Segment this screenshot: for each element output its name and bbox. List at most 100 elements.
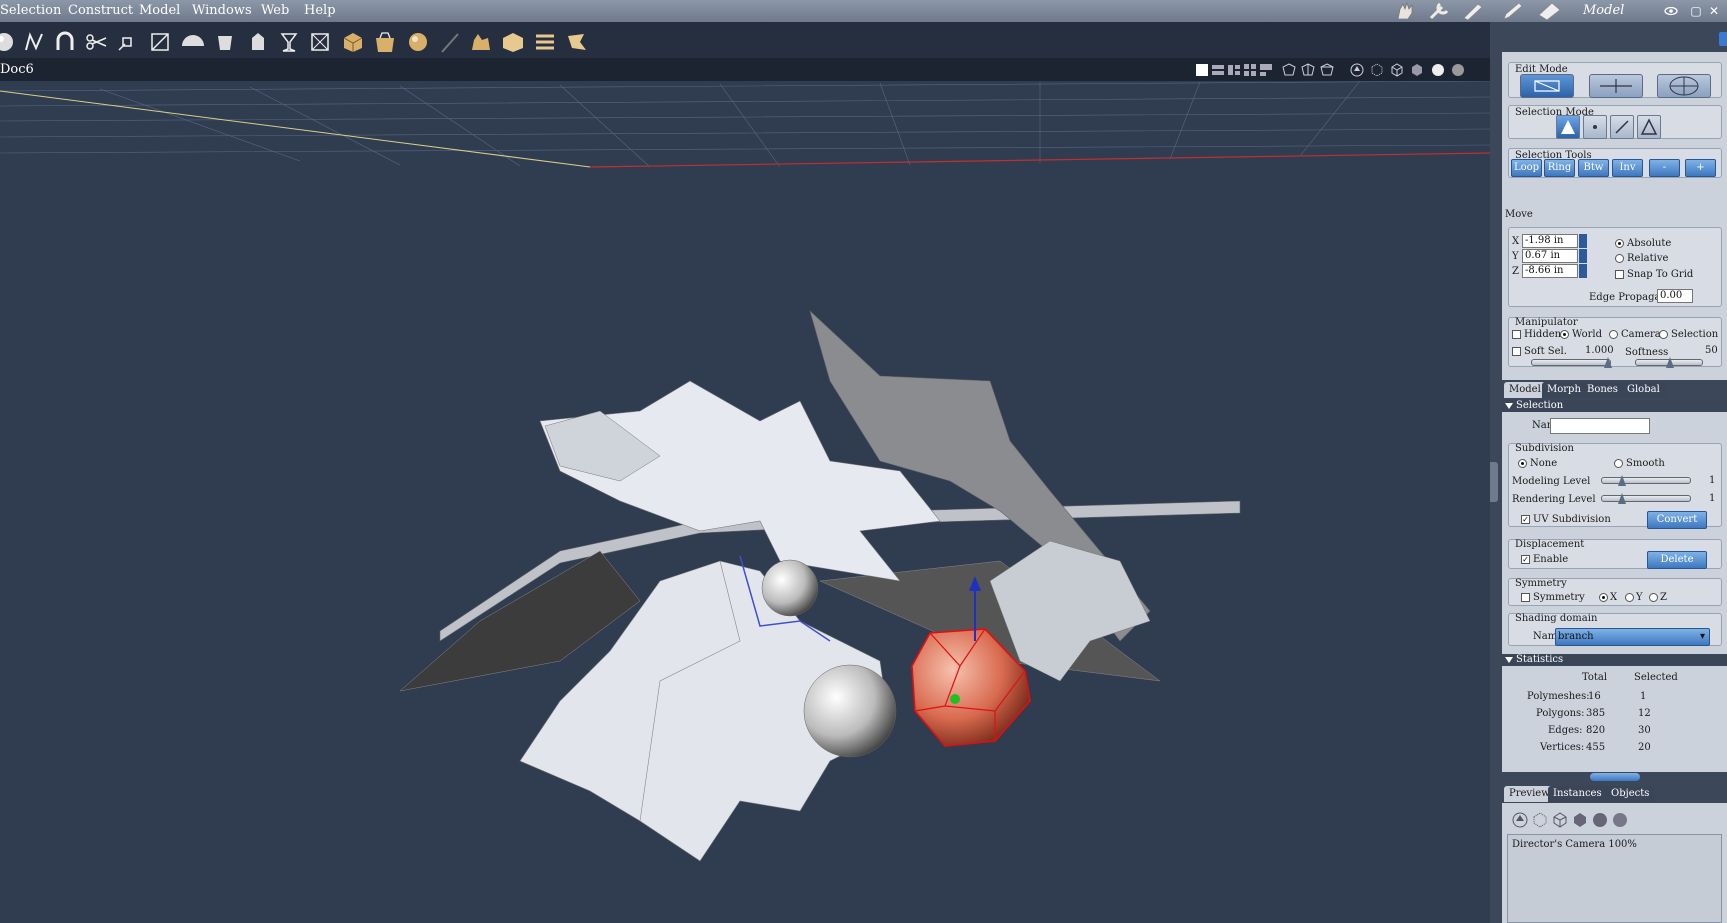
delete-button[interactable]: Delete [1647,551,1707,569]
textured-sphere-icon[interactable] [1612,812,1628,828]
select-face-button[interactable] [1637,115,1661,139]
rendering-level-slider[interactable] [1601,493,1691,504]
tab-objects[interactable]: Objects [1606,786,1655,802]
divider-grip[interactable] [1590,773,1640,781]
hand-icon[interactable] [468,30,494,54]
solid-cube-icon[interactable] [1410,63,1424,77]
tab-global[interactable]: Global [1622,382,1665,398]
close-icon[interactable]: ✕ [1707,4,1721,18]
menu-windows[interactable]: Windows [192,3,252,18]
pillow-icon[interactable] [500,30,526,54]
brush-icon[interactable] [1460,1,1488,21]
custom-view-icon[interactable] [1259,63,1273,77]
edit-mode-skeleton-button[interactable] [1589,74,1643,98]
camera-radio[interactable] [1609,330,1618,339]
wire-shield-icon[interactable] [1282,63,1296,77]
cube-icon[interactable] [340,30,366,54]
shrink-button[interactable]: - [1649,159,1680,177]
world-radio[interactable] [1560,330,1569,339]
modeling-level-slider[interactable] [1601,475,1691,486]
softness-thumb[interactable] [1666,357,1674,368]
z-field[interactable]: -8.66 in [1522,264,1578,278]
x-spinner[interactable] [1579,234,1587,248]
dots-cube-icon[interactable] [1370,63,1384,77]
spline-icon[interactable] [22,30,48,54]
ball-icon[interactable] [406,30,432,54]
tab-morph[interactable]: Morph [1542,382,1586,398]
soft-sel-checkbox[interactable] [1512,347,1521,356]
3d-viewport[interactable] [0,81,1490,923]
rendering-level-thumb[interactable] [1618,493,1626,504]
soft-sel-slider[interactable] [1531,357,1612,368]
convert-button[interactable]: Convert [1647,511,1707,529]
panel-collapse-handle[interactable] [1719,32,1727,46]
subdivision-smooth-radio[interactable] [1614,459,1623,468]
edit-mode-mesh-button[interactable] [1657,74,1711,98]
maximize-icon[interactable]: ▢ [1689,4,1703,18]
preview-pane[interactable]: Director's Camera 100% [1507,834,1722,923]
menu-help[interactable]: Help [304,3,336,18]
scale-icon[interactable] [115,30,141,54]
loop-button[interactable]: Loop [1511,159,1542,177]
ring-button[interactable]: Ring [1544,159,1575,177]
tab-bones[interactable]: Bones [1582,382,1623,398]
lathe-icon[interactable] [212,30,238,54]
scissors-icon[interactable] [84,30,110,54]
modeling-level-thumb[interactable] [1618,475,1626,486]
uv-subdivision-checkbox[interactable]: ✓ [1521,515,1530,524]
arrow-up-circle-icon[interactable] [1512,812,1528,828]
align-icon[interactable] [532,30,558,54]
smooth-sphere-icon[interactable] [1431,63,1445,77]
four-view-icon[interactable] [1243,63,1257,77]
x-field[interactable]: -1.98 in [1522,234,1578,248]
bag-icon[interactable] [372,30,398,54]
two-view-icon[interactable] [1211,63,1225,77]
symmetry-checkbox[interactable] [1521,593,1530,602]
panel-side-handle[interactable] [1490,462,1498,502]
selection-radio[interactable] [1659,330,1668,339]
tab-instances[interactable]: Instances [1548,786,1607,802]
goblet-icon[interactable] [276,30,302,54]
eye-icon[interactable] [1664,4,1678,18]
wire-cube-icon[interactable] [1390,63,1404,77]
menu-selection[interactable]: Selection [0,3,61,18]
edge-propagation-field[interactable]: 0.00 [1657,289,1693,303]
z-spinner[interactable] [1579,264,1587,278]
pen-icon[interactable] [438,30,464,54]
box-outline-icon[interactable] [308,30,334,54]
menu-construct[interactable]: Construct [68,3,133,18]
extrude-icon[interactable] [244,30,270,54]
sphere-icon[interactable] [0,30,20,54]
smooth-sphere-icon[interactable] [1592,812,1608,828]
invert-button[interactable]: Inv [1612,159,1643,177]
arrow-up-circle-icon[interactable] [1350,63,1364,77]
selection-section-header[interactable]: Selection [1502,400,1727,412]
pencil-icon[interactable] [1500,1,1528,21]
grow-button[interactable]: + [1685,159,1716,177]
relative-radio[interactable] [1615,254,1624,263]
softness-slider[interactable] [1635,357,1703,368]
edit-mode-object-button[interactable] [1520,74,1574,98]
y-field[interactable]: 0.67 in [1522,249,1578,263]
subdivision-none-radio[interactable] [1518,459,1527,468]
symmetry-z-radio[interactable] [1649,593,1658,602]
symmetry-x-radio[interactable] [1599,593,1608,602]
statistics-section-header[interactable]: Statistics [1502,654,1727,666]
fold-icon[interactable] [564,30,590,54]
shading-domain-dropdown[interactable]: branch ▾ [1555,628,1710,646]
between-button[interactable]: Btw [1578,159,1609,177]
magnet-icon[interactable] [52,30,78,54]
dots-cube-icon[interactable] [1532,812,1548,828]
wire-cube-icon[interactable] [1552,812,1568,828]
symmetry-y-radio[interactable] [1625,593,1634,602]
soft-sel-thumb[interactable] [1604,357,1612,368]
enable-checkbox[interactable]: ✓ [1521,555,1530,564]
pose-hand-icon[interactable] [1392,1,1420,21]
menu-web[interactable]: Web [261,3,289,18]
select-object-button[interactable] [1556,115,1580,139]
selection-name-field[interactable] [1550,418,1650,434]
panel-divider[interactable] [1502,772,1727,782]
solid-cube-icon[interactable] [1572,812,1588,828]
tab-model[interactable]: Model [1504,382,1546,398]
menu-model[interactable]: Model [139,3,180,18]
